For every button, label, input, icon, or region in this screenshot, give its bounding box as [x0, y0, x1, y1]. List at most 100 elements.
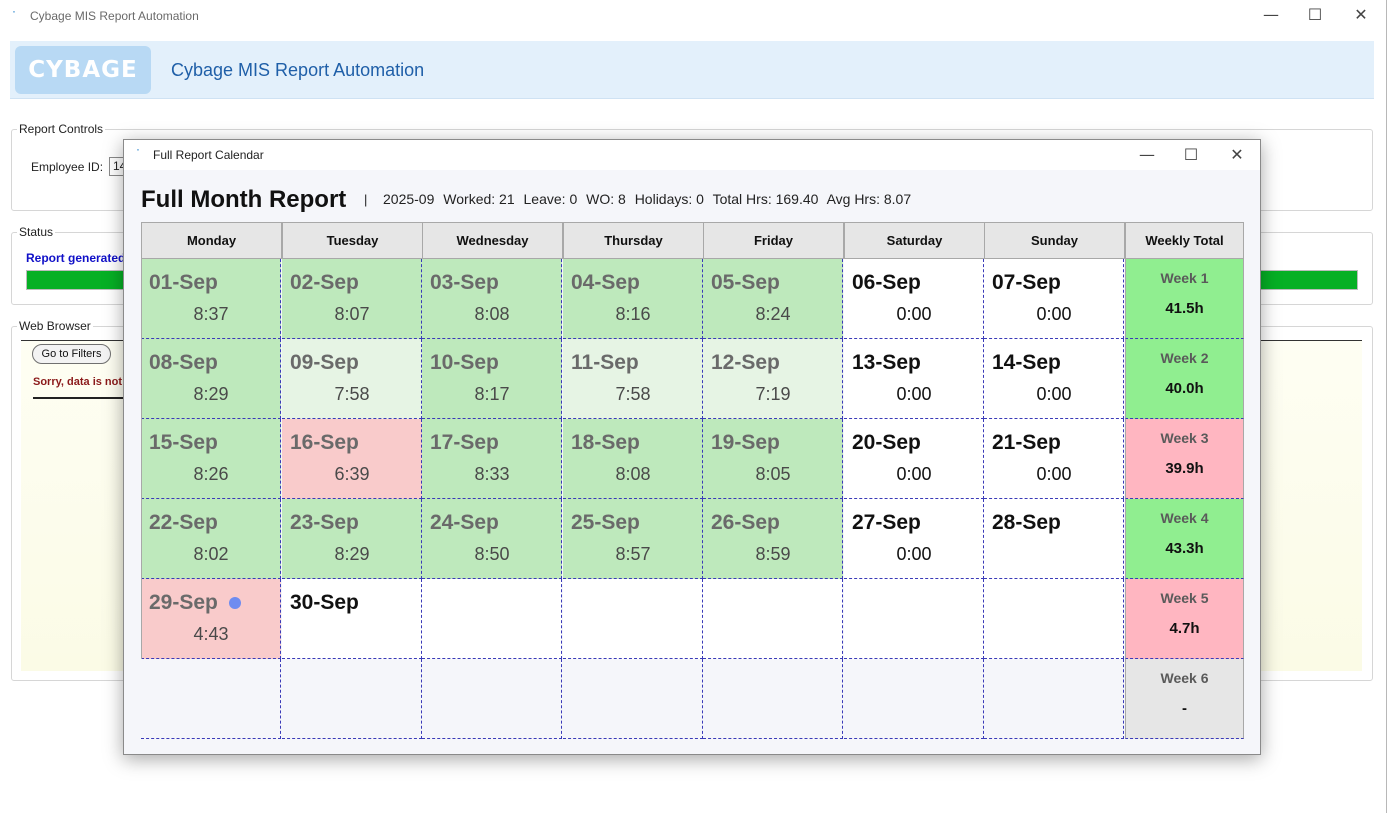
browser-message: Sorry, data is not: [33, 376, 123, 388]
day-date: 20-Sep: [852, 431, 921, 454]
day-date: 13-Sep: [852, 351, 921, 374]
day-hours: 8:59: [755, 544, 791, 564]
weekly-total-cell: Week 4 43.3h: [1125, 499, 1244, 579]
column-header-wednesday: Wednesday: [422, 222, 563, 259]
day-date: 08-Sep: [149, 351, 218, 374]
day-cell[interactable]: 23-Sep 8:29: [282, 499, 422, 579]
day-hours: 8:08: [615, 464, 651, 484]
browser-divider: [33, 397, 123, 399]
day-cell[interactable]: 15-Sep 8:26: [141, 419, 281, 499]
day-date: 18-Sep: [571, 431, 640, 454]
day-cell[interactable]: 13-Sep 0:00: [844, 339, 984, 419]
day-cell[interactable]: 01-Sep 8:37: [141, 259, 281, 339]
calendar-minimize-button[interactable]: —: [1124, 140, 1170, 170]
day-date: 06-Sep: [852, 271, 921, 294]
day-cell[interactable]: 28-Sep: [984, 499, 1124, 579]
day-cell[interactable]: 03-Sep 8:08: [422, 259, 562, 339]
day-cell[interactable]: 16-Sep 6:39: [282, 419, 422, 499]
day-hours: 8:02: [193, 544, 229, 564]
day-date: 10-Sep: [430, 351, 499, 374]
day-cell[interactable]: 07-Sep 0:00: [984, 259, 1124, 339]
calendar-titlebar: ⠁ Full Report Calendar — ☐ ✕: [124, 140, 1260, 170]
day-cell[interactable]: 09-Sep 7:58: [282, 339, 422, 419]
day-cell[interactable]: 08-Sep 8:29: [141, 339, 281, 419]
column-header-monday: Monday: [141, 222, 282, 259]
day-date: 09-Sep: [290, 351, 359, 374]
day-cell[interactable]: 05-Sep 8:24: [703, 259, 843, 339]
day-cell[interactable]: 19-Sep 8:05: [703, 419, 843, 499]
week-label: Week 3: [1160, 430, 1209, 446]
day-cell[interactable]: [703, 659, 843, 739]
week-total: 39.9h: [1165, 460, 1204, 477]
day-cell[interactable]: 12-Sep 7:19: [703, 339, 843, 419]
day-cell[interactable]: 06-Sep 0:00: [844, 259, 984, 339]
day-cell[interactable]: [563, 659, 703, 739]
day-date: 21-Sep: [992, 431, 1061, 454]
day-cell[interactable]: [703, 579, 843, 659]
day-cell[interactable]: [844, 579, 984, 659]
day-hours: 0:00: [896, 544, 932, 564]
day-hours: 8:24: [755, 304, 791, 324]
day-date: 01-Sep: [149, 271, 218, 294]
day-cell[interactable]: 29-Sep 4:43: [141, 579, 281, 659]
go-to-filters-button[interactable]: Go to Filters: [32, 344, 111, 364]
day-date: 15-Sep: [149, 431, 218, 454]
day-date: 25-Sep: [571, 511, 640, 534]
maximize-button[interactable]: ☐: [1292, 0, 1338, 30]
minimize-button[interactable]: —: [1248, 0, 1294, 30]
summary-holidays: Holidays: 0: [634, 191, 704, 207]
day-cell[interactable]: [563, 579, 703, 659]
week-total: 4.7h: [1169, 620, 1200, 637]
calendar-maximize-button[interactable]: ☐: [1168, 140, 1214, 170]
summary-worked: Worked: 21: [443, 191, 515, 207]
summary-month: 2025-09: [383, 191, 435, 207]
day-cell[interactable]: [141, 659, 281, 739]
day-cell[interactable]: 14-Sep 0:00: [984, 339, 1124, 419]
day-cell[interactable]: 02-Sep 8:07: [282, 259, 422, 339]
day-cell[interactable]: 22-Sep 8:02: [141, 499, 281, 579]
close-button[interactable]: ✕: [1338, 0, 1384, 30]
day-date: 22-Sep: [149, 511, 218, 534]
day-hours: 0:00: [896, 464, 932, 484]
day-date: 23-Sep: [290, 511, 359, 534]
day-cell[interactable]: [984, 659, 1124, 739]
week-total: 40.0h: [1165, 380, 1204, 397]
day-hours: 4:43: [193, 624, 229, 644]
day-cell[interactable]: 26-Sep 8:59: [703, 499, 843, 579]
day-hours: 8:33: [474, 464, 510, 484]
day-hours: 8:07: [334, 304, 370, 324]
day-cell[interactable]: 18-Sep 8:08: [563, 419, 703, 499]
day-cell[interactable]: 25-Sep 8:57: [563, 499, 703, 579]
web-browser-legend: Web Browser: [17, 319, 93, 333]
day-cell[interactable]: 30-Sep: [282, 579, 422, 659]
summary-leave: Leave: 0: [523, 191, 578, 207]
day-cell[interactable]: [422, 659, 562, 739]
day-cell[interactable]: 04-Sep 8:16: [563, 259, 703, 339]
day-hours: 8:37: [193, 304, 229, 324]
day-hours: 8:50: [474, 544, 510, 564]
banner-title: Cybage MIS Report Automation: [171, 60, 425, 80]
day-cell[interactable]: [422, 579, 562, 659]
day-date: 29-Sep: [149, 591, 218, 614]
day-cell[interactable]: 20-Sep 0:00: [844, 419, 984, 499]
day-cell[interactable]: 11-Sep 7:58: [563, 339, 703, 419]
day-date: 16-Sep: [290, 431, 359, 454]
report-controls-legend: Report Controls: [17, 122, 106, 136]
day-cell[interactable]: [844, 659, 984, 739]
day-cell[interactable]: 24-Sep 8:50: [422, 499, 562, 579]
grid-left-border: [141, 222, 142, 659]
column-header-saturday: Saturday: [844, 222, 985, 259]
week-label: Week 5: [1160, 590, 1209, 606]
day-cell[interactable]: 21-Sep 0:00: [984, 419, 1124, 499]
status-legend: Status: [17, 225, 56, 239]
day-cell[interactable]: 27-Sep 0:00: [844, 499, 984, 579]
day-cell[interactable]: 10-Sep 8:17: [422, 339, 562, 419]
day-date: 28-Sep: [992, 511, 1061, 534]
calendar-close-button[interactable]: ✕: [1214, 140, 1260, 170]
day-cell[interactable]: [984, 579, 1124, 659]
day-cell[interactable]: [282, 659, 422, 739]
week-total: 41.5h: [1165, 300, 1204, 317]
summary-avg-hrs: Avg Hrs: 8.07: [826, 191, 912, 207]
day-cell[interactable]: 17-Sep 8:33: [422, 419, 562, 499]
calendar-app-icon: ⠁: [136, 148, 143, 158]
